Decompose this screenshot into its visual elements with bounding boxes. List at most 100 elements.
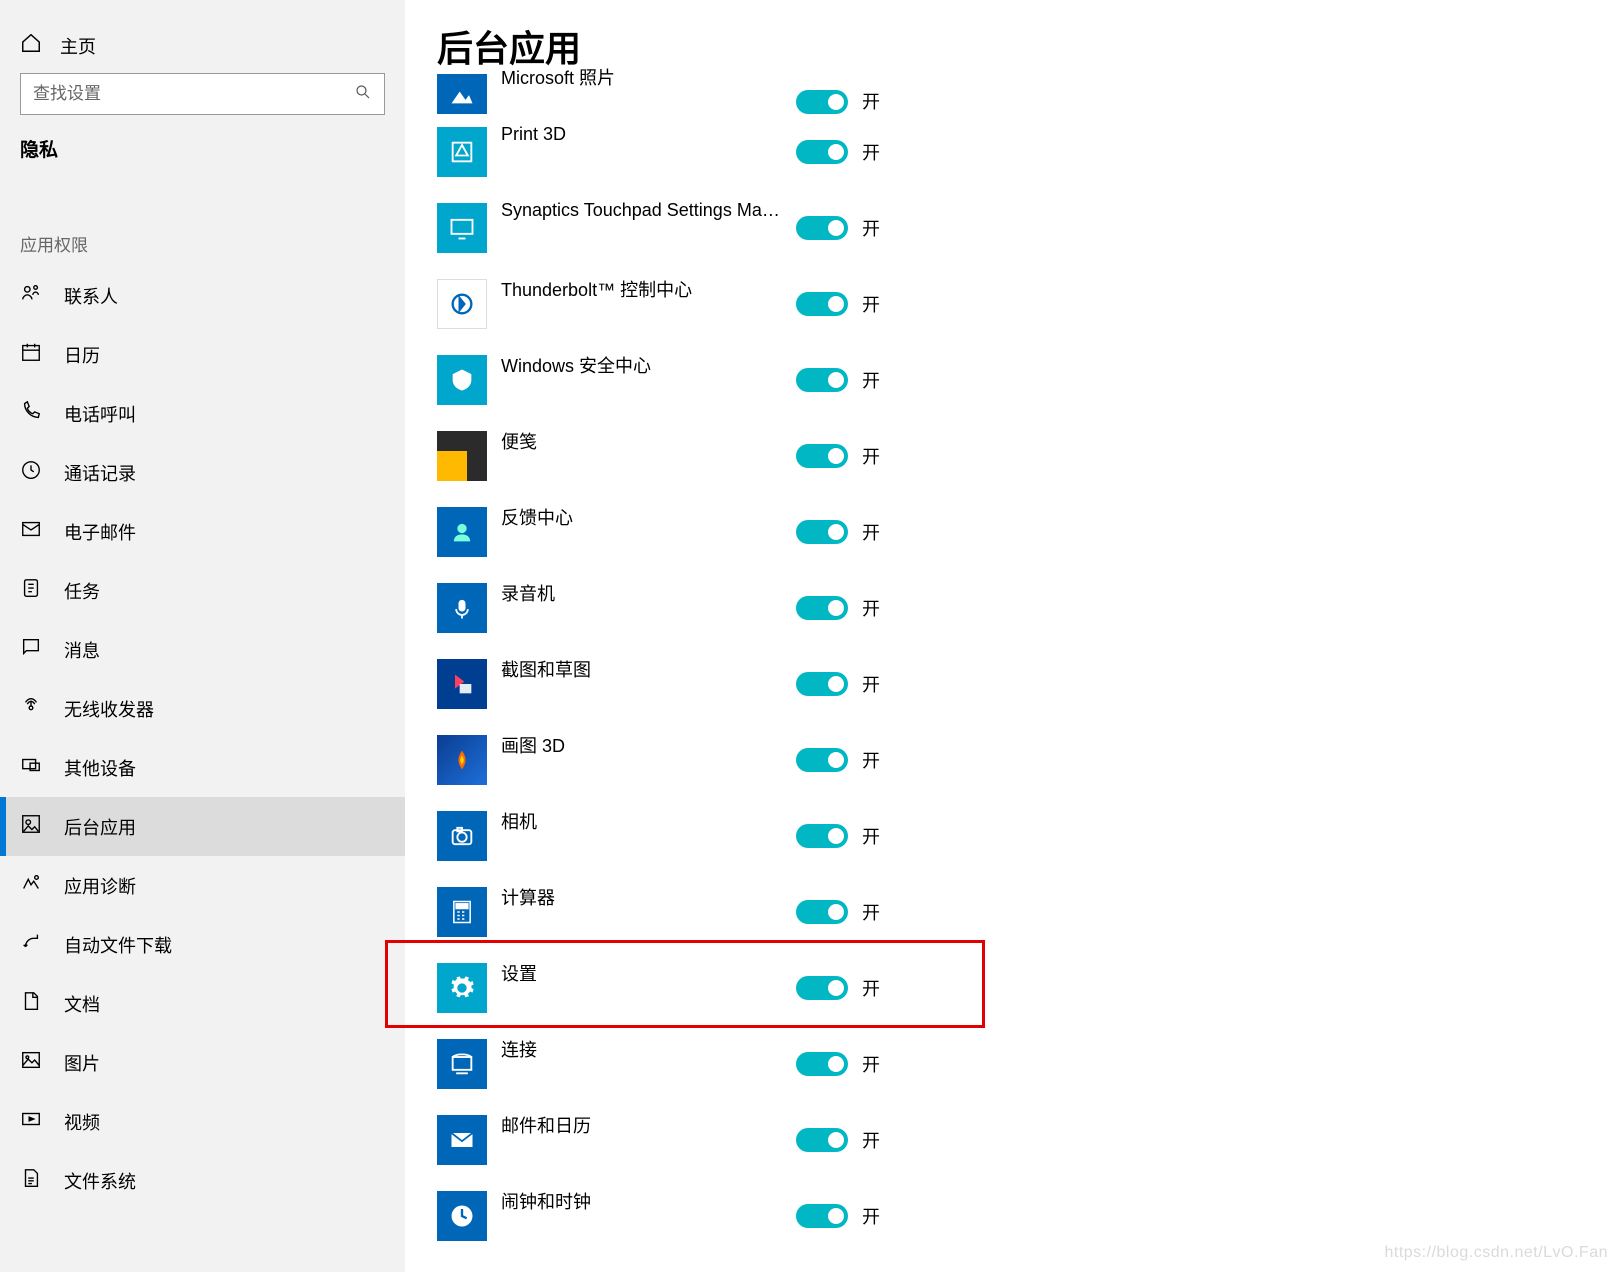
app-toggle[interactable]: [796, 1128, 848, 1152]
app-icon: [437, 887, 487, 937]
sidebar-item-icon: [20, 1167, 42, 1194]
sidebar-item-icon: [20, 1108, 42, 1135]
app-toggle[interactable]: [796, 900, 848, 924]
sidebar-item-3[interactable]: 通话记录: [0, 443, 405, 502]
app-row: 邮件和日历开: [437, 1102, 1624, 1178]
sidebar-item-icon: [20, 813, 42, 840]
sidebar-item-13[interactable]: 图片: [0, 1033, 405, 1092]
app-name-label: Synaptics Touchpad Settings Manag...: [501, 190, 796, 221]
nav-home[interactable]: 主页: [0, 26, 405, 73]
sidebar-item-label: 通话记录: [64, 460, 136, 486]
sidebar-item-15[interactable]: 文件系统: [0, 1151, 405, 1210]
sidebar-item-2[interactable]: 电话呼叫: [0, 384, 405, 443]
app-toggle[interactable]: [796, 216, 848, 240]
app-toggle[interactable]: [796, 672, 848, 696]
sidebar-item-icon: [20, 990, 42, 1017]
sidebar-item-label: 文档: [64, 991, 100, 1017]
sidebar-item-label: 日历: [64, 342, 100, 368]
app-name-label: 邮件和日历: [501, 1102, 796, 1138]
sidebar-item-10[interactable]: 应用诊断: [0, 856, 405, 915]
sidebar-item-label: 电子邮件: [64, 519, 136, 545]
app-name-label: 设置: [501, 950, 796, 986]
sidebar-item-8[interactable]: 其他设备: [0, 738, 405, 797]
sidebar-item-9[interactable]: 后台应用: [0, 797, 405, 856]
sidebar-item-icon: [20, 459, 42, 486]
app-row: Microsoft 照片开: [437, 64, 1624, 114]
sidebar-item-label: 消息: [64, 637, 100, 663]
sidebar-item-5[interactable]: 任务: [0, 561, 405, 620]
sidebar-item-6[interactable]: 消息: [0, 620, 405, 679]
app-toggle[interactable]: [796, 90, 848, 114]
sidebar-item-icon: [20, 282, 42, 309]
app-icon: [437, 735, 487, 785]
app-row: Windows 安全中心开: [437, 342, 1624, 418]
app-name-label: Print 3D: [501, 114, 796, 145]
app-icon: [437, 203, 487, 253]
app-toggle[interactable]: [796, 976, 848, 1000]
watermark: https://blog.csdn.net/LvO.Fan: [1384, 1244, 1608, 1262]
sidebar-item-14[interactable]: 视频: [0, 1092, 405, 1151]
sidebar-section-label: 应用权限: [0, 176, 405, 266]
app-toggle-label: 开: [862, 975, 880, 1001]
app-toggle[interactable]: [796, 596, 848, 620]
sidebar-item-0[interactable]: 联系人: [0, 266, 405, 325]
sidebar-item-12[interactable]: 文档: [0, 974, 405, 1033]
app-row: 相机开: [437, 798, 1624, 874]
app-toggle[interactable]: [796, 444, 848, 468]
search-input-wrap[interactable]: [20, 73, 385, 115]
sidebar-item-icon: [20, 931, 42, 958]
sidebar-item-7[interactable]: 无线收发器: [0, 679, 405, 738]
app-toggle[interactable]: [796, 1052, 848, 1076]
app-name-label: 计算器: [501, 874, 796, 910]
app-toggle-label: 开: [862, 1127, 880, 1153]
sidebar-item-label: 应用诊断: [64, 873, 136, 899]
sidebar-item-icon: [20, 695, 42, 722]
app-icon: [437, 431, 487, 481]
app-row: 便笺开: [437, 418, 1624, 494]
app-icon: [437, 659, 487, 709]
app-row: Thunderbolt™ 控制中心开: [437, 266, 1624, 342]
app-row: 截图和草图开: [437, 646, 1624, 722]
app-icon: [437, 355, 487, 405]
app-icon: [437, 963, 487, 1013]
app-toggle-label: 开: [862, 671, 880, 697]
app-toggle[interactable]: [796, 140, 848, 164]
app-toggle-label: 开: [862, 747, 880, 773]
app-icon: [437, 279, 487, 329]
app-toggle-label: 开: [862, 1051, 880, 1077]
app-row: Print 3D开: [437, 114, 1624, 190]
background-app-list: Microsoft 照片开Print 3D开Synaptics Touchpad…: [437, 64, 1624, 1272]
app-toggle[interactable]: [796, 292, 848, 316]
main-content: 后台应用 Microsoft 照片开Print 3D开Synaptics Tou…: [405, 0, 1624, 1272]
app-toggle[interactable]: [796, 368, 848, 392]
app-row: 反馈中心开: [437, 494, 1624, 570]
sidebar-item-icon: [20, 754, 42, 781]
sidebar-item-label: 后台应用: [64, 814, 136, 840]
sidebar-item-label: 视频: [64, 1109, 100, 1135]
app-icon: [437, 507, 487, 557]
sidebar-item-1[interactable]: 日历: [0, 325, 405, 384]
sidebar-item-icon: [20, 636, 42, 663]
app-name-label: Thunderbolt™ 控制中心: [501, 266, 796, 302]
app-name-label: 截图和草图: [501, 646, 796, 682]
app-icon: [437, 811, 487, 861]
app-toggle[interactable]: [796, 824, 848, 848]
sidebar-item-11[interactable]: 自动文件下载: [0, 915, 405, 974]
sidebar-item-label: 其他设备: [64, 755, 136, 781]
app-row: 连接开: [437, 1026, 1624, 1102]
app-toggle[interactable]: [796, 748, 848, 772]
search-input[interactable]: [33, 84, 354, 104]
sidebar-item-label: 联系人: [64, 283, 118, 309]
app-row: 闹钟和时钟开: [437, 1178, 1624, 1254]
sidebar-item-4[interactable]: 电子邮件: [0, 502, 405, 561]
app-name-label: 画图 3D: [501, 722, 796, 758]
app-name-label: Microsoft 照片: [501, 64, 796, 90]
sidebar-item-label: 无线收发器: [64, 696, 154, 722]
sidebar-item-icon: [20, 518, 42, 545]
app-row: 录音机开: [437, 570, 1624, 646]
app-icon: [437, 74, 487, 114]
app-icon: [437, 1191, 487, 1241]
app-toggle[interactable]: [796, 1204, 848, 1228]
app-toggle[interactable]: [796, 520, 848, 544]
sidebar-item-icon: [20, 341, 42, 368]
